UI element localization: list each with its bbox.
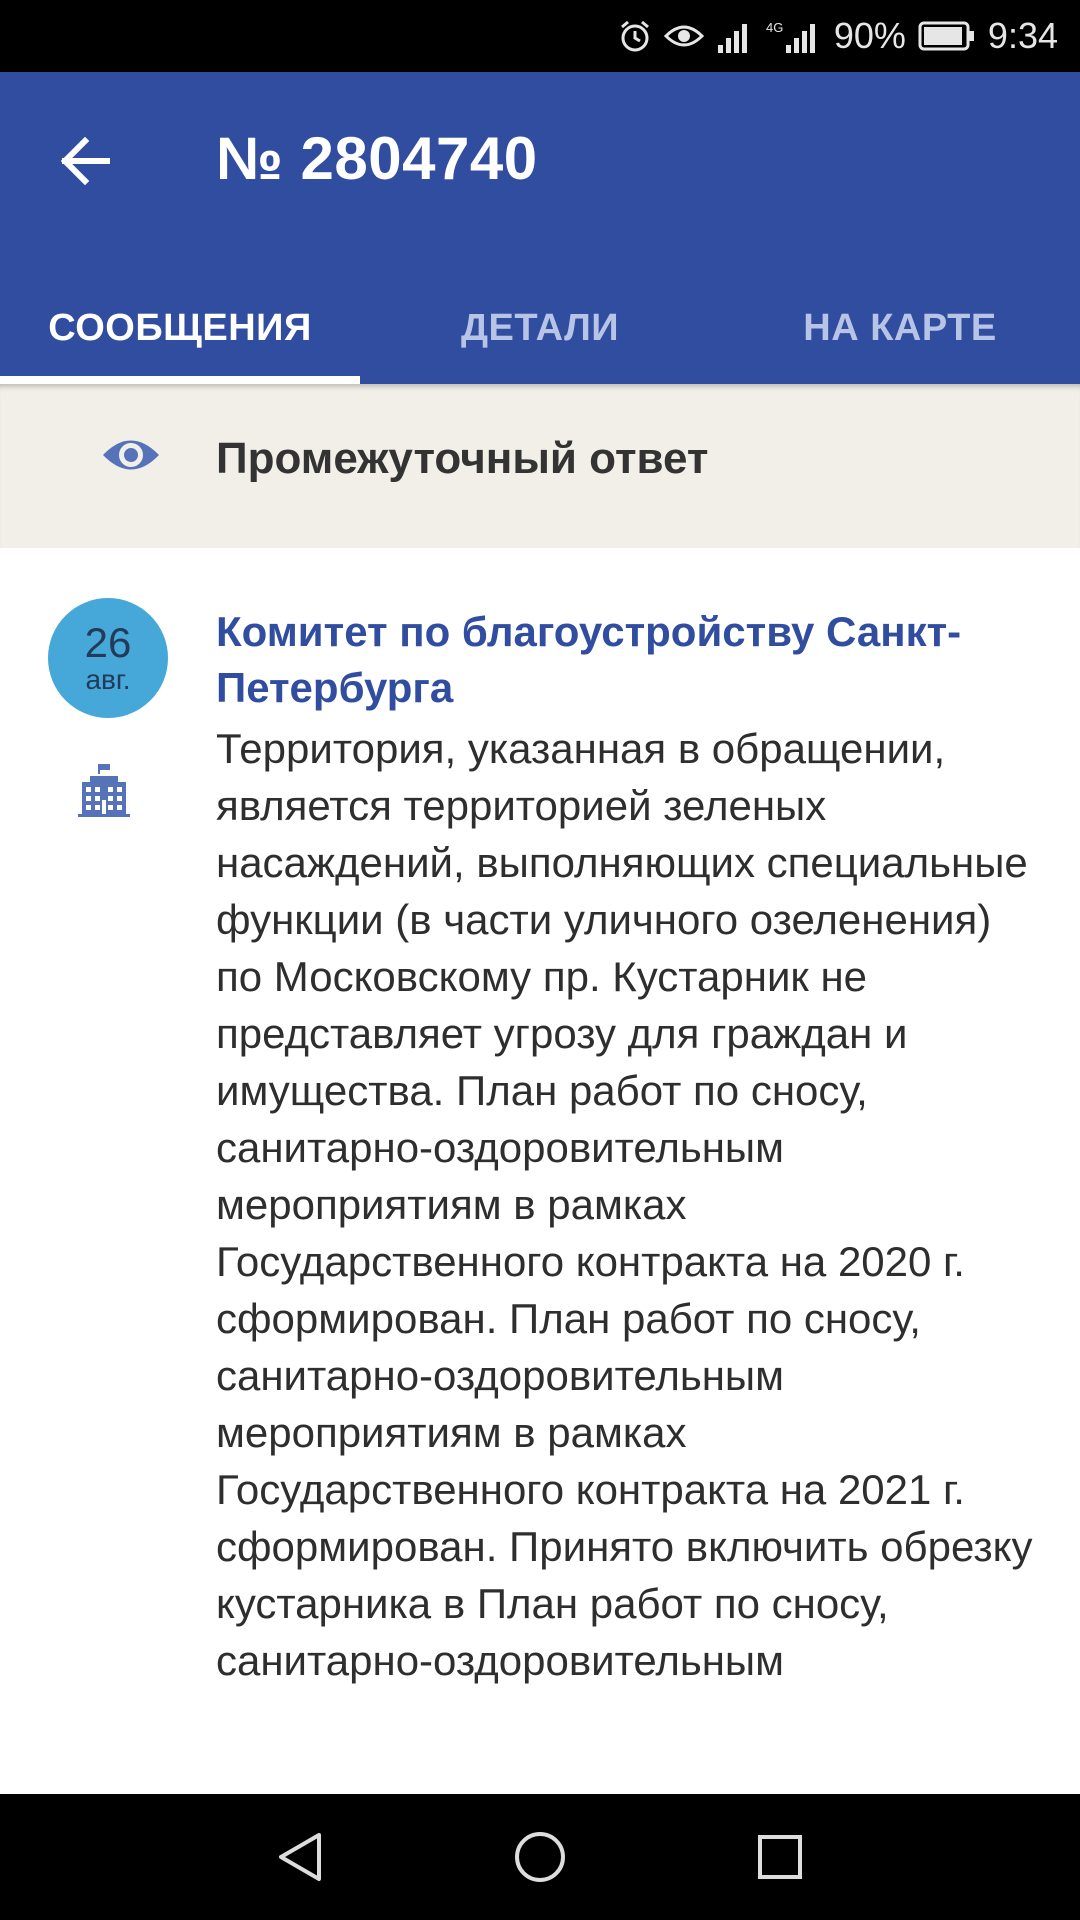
government-building-icon — [78, 764, 130, 817]
arrow-left-icon — [60, 137, 110, 185]
tab-map[interactable]: НА КАРТЕ — [720, 272, 1080, 384]
eye-icon — [103, 440, 159, 470]
page-title: № 2804740 — [216, 125, 538, 192]
date-day: 26 — [84, 619, 132, 666]
status-icons: 4G 90% 9:34 — [618, 0, 1058, 72]
app-bar: № 2804740 СООБЩЕНИЯ ДЕТАЛИ НА КАРТЕ — [0, 72, 1080, 384]
signal-4g-icon: 4G — [766, 20, 815, 53]
nav-home-button[interactable] — [500, 1824, 580, 1890]
alarm-icon — [620, 20, 649, 52]
system-nav-bar — [0, 1794, 1080, 1920]
date-badge: 26 авг. — [48, 598, 168, 718]
svg-text:4G: 4G — [766, 20, 783, 35]
status-label: Промежуточный ответ — [216, 434, 709, 483]
recents-square-icon — [758, 1835, 802, 1879]
signal-icon — [717, 24, 747, 53]
messages-list[interactable]: 26 авг. Комитет по благоустройству Санкт… — [0, 548, 1080, 1794]
tab-details[interactable]: ДЕТАЛИ — [360, 272, 720, 384]
clock: 9:34 — [987, 15, 1058, 56]
date-month: авг. — [85, 664, 131, 695]
battery-percent: 90% — [833, 15, 906, 56]
tab-messages[interactable]: СООБЩЕНИЯ — [0, 272, 360, 384]
request-status-row: Промежуточный ответ — [0, 384, 1080, 548]
message-body: Территория, указанная в обращении, являе… — [216, 725, 1033, 1684]
tab-bar: СООБЩЕНИЯ ДЕТАЛИ НА КАРТЕ — [0, 272, 1080, 384]
home-circle-icon — [515, 1832, 565, 1882]
message-item[interactable]: Комитет по благоустройству Санкт-Петербу… — [216, 604, 1046, 1689]
back-triangle-icon — [279, 1833, 321, 1881]
battery-icon — [918, 21, 974, 51]
nav-back-button[interactable] — [260, 1824, 340, 1890]
status-bar: 4G 90% 9:34 — [0, 0, 1080, 72]
eye-icon — [663, 25, 704, 47]
message-author[interactable]: Комитет по благоустройству Санкт-Петербу… — [216, 604, 1046, 716]
nav-recents-button[interactable] — [740, 1824, 820, 1890]
back-button[interactable] — [42, 118, 128, 204]
